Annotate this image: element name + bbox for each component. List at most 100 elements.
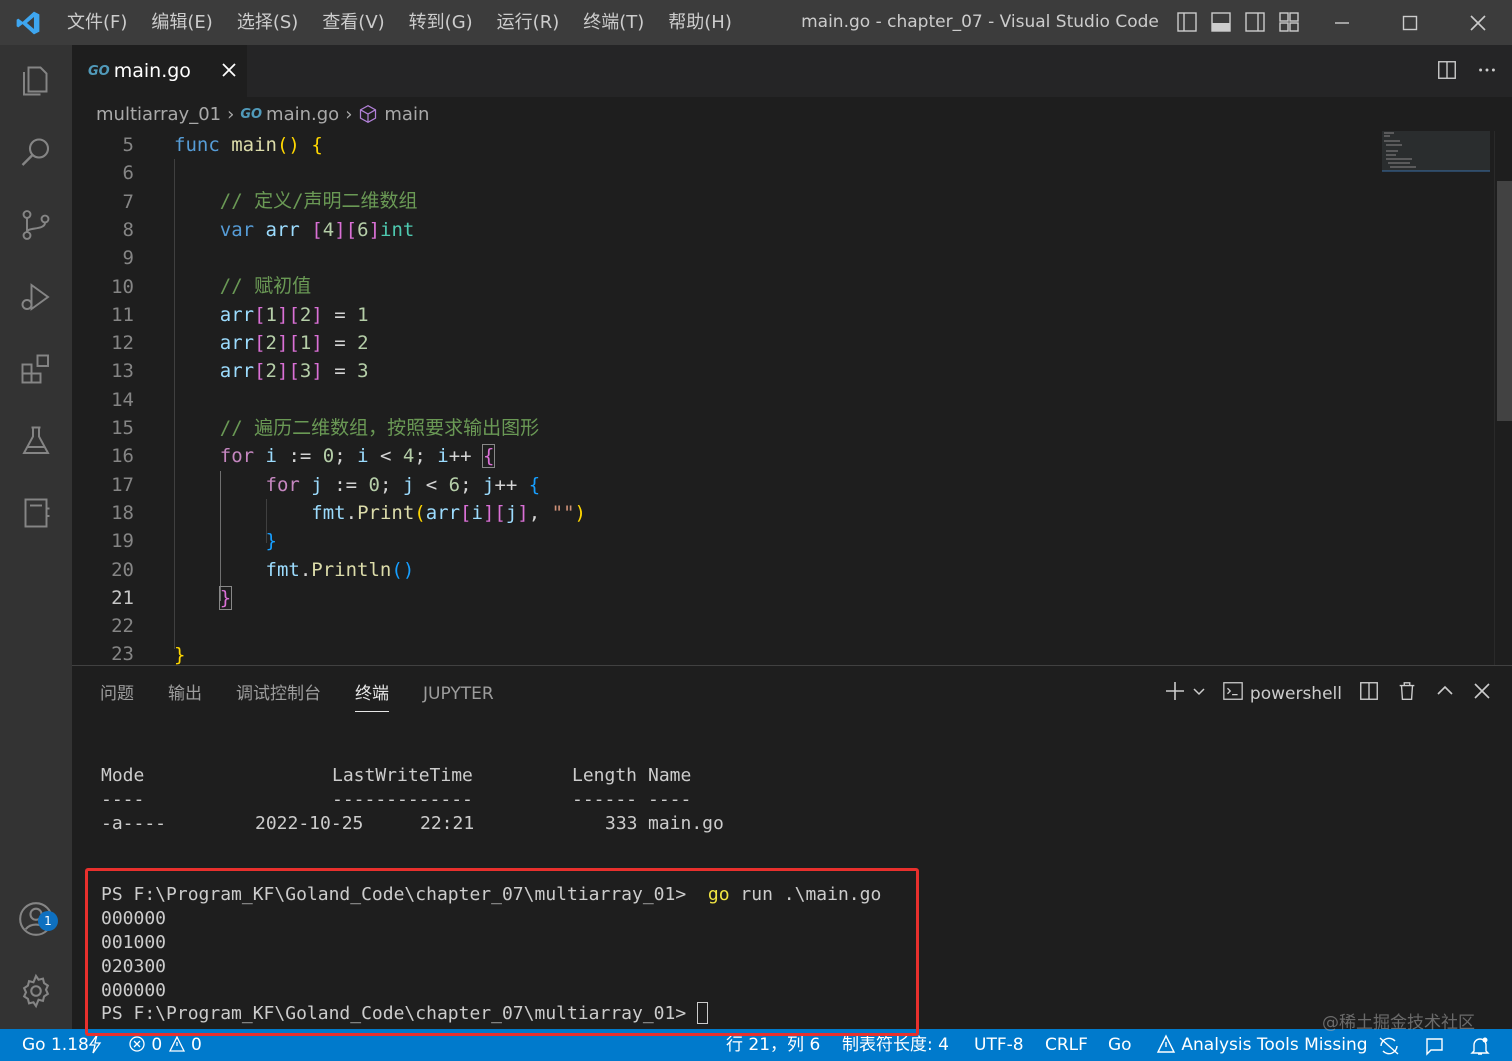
line-number: 10 — [111, 275, 134, 298]
tab-debug-console[interactable]: 调试控制台 — [236, 666, 321, 722]
line-number: 12 — [111, 332, 134, 355]
line-number: 8 — [122, 218, 134, 241]
chevron-down-icon[interactable] — [1192, 684, 1206, 704]
minimap[interactable] — [1382, 131, 1490, 665]
line-number: 20 — [111, 558, 134, 581]
testing-icon[interactable] — [0, 409, 72, 473]
tab-problems[interactable]: 问题 — [100, 666, 134, 722]
vertical-scrollbar[interactable] — [1494, 131, 1512, 665]
terminal-shell-label[interactable]: powershell — [1250, 684, 1342, 704]
menu-edit[interactable]: 编辑(E) — [139, 0, 224, 45]
menu-file[interactable]: 文件(F) — [55, 0, 139, 45]
error-icon — [129, 1036, 145, 1052]
line-number: 21 — [111, 586, 134, 609]
code-line: arr[1][2] = 1 — [219, 304, 369, 326]
line-number: 7 — [122, 190, 134, 213]
code-line: } — [265, 530, 277, 552]
code-line: // 遍历二维数组，按照要求输出图形 — [219, 417, 540, 439]
analysis-tools[interactable]: Analysis Tools Missing — [1156, 1029, 1368, 1061]
menu-selection[interactable]: 选择(S) — [225, 0, 310, 45]
code-line: arr[2][1] = 2 — [219, 332, 369, 354]
breadcrumb-symbol[interactable]: main — [384, 104, 429, 125]
split-terminal-icon[interactable] — [1358, 680, 1380, 707]
notebook-icon[interactable] — [0, 481, 72, 545]
menu-view[interactable]: 查看(V) — [310, 0, 396, 45]
menu-terminal[interactable]: 终端(T) — [571, 0, 656, 45]
code-line: var arr [4][6]int — [219, 219, 415, 241]
source-control-icon[interactable] — [0, 193, 72, 257]
accounts-badge: 1 — [38, 911, 58, 931]
warning-icon — [168, 1035, 185, 1052]
feedback-icon[interactable] — [1424, 1035, 1446, 1061]
watermark: @稀土掘金技术社区 — [1322, 1013, 1475, 1033]
accounts-icon[interactable]: 1 — [0, 887, 72, 951]
run-debug-icon[interactable] — [0, 265, 72, 329]
line-number: 22 — [111, 615, 134, 638]
line-number: 14 — [111, 388, 134, 411]
close-tab-icon[interactable] — [217, 58, 241, 82]
line-number: 19 — [111, 530, 134, 553]
menu-go[interactable]: 转到(G) — [397, 0, 485, 45]
tab-output[interactable]: 输出 — [168, 666, 202, 722]
tab-jupyter[interactable]: JUPYTER — [423, 666, 494, 722]
vscode-logo-icon — [0, 0, 55, 45]
tab-terminal[interactable]: 终端 — [355, 666, 389, 722]
split-editor-icon[interactable] — [1436, 59, 1458, 85]
menu-run[interactable]: 运行(R) — [485, 0, 572, 45]
tab-label: main.go — [113, 60, 191, 82]
code-editor[interactable]: 5 6 7 8 9 10 11 12 13 14 15 16 17 18 19 20 21 22 23 func m… — [72, 131, 1512, 665]
annotation-highlight-box — [85, 868, 919, 1036]
menu-help[interactable]: 帮助(H) — [656, 0, 744, 45]
line-number: 15 — [111, 417, 134, 439]
settings-gear-icon[interactable] — [0, 959, 72, 1023]
code-line: // 定义/声明二维数组 — [219, 190, 418, 212]
tab-main-go[interactable]: GO main.go — [72, 45, 247, 97]
terminal-line: ---- ------------- ------ ---- — [101, 789, 692, 810]
code-line: fmt.Print(arr[i][j], "") — [311, 502, 586, 524]
maximize-icon[interactable] — [1376, 0, 1444, 45]
end-of-line[interactable]: CRLF — [1045, 1029, 1088, 1061]
breadcrumb-folder[interactable]: multiarray_01 — [96, 104, 221, 125]
close-window-icon[interactable] — [1444, 0, 1512, 45]
code-line: for i := 0; i < 4; i++ { — [219, 444, 496, 468]
notifications-bell-icon[interactable] — [1470, 1035, 1490, 1061]
sync-off-icon[interactable] — [1378, 1035, 1400, 1061]
title-bar: 文件(F) 编辑(E) 选择(S) 查看(V) 转到(G) 运行(R) 终端(T… — [0, 0, 1512, 45]
warning-icon — [1156, 1034, 1176, 1053]
go-version[interactable]: Go 1.18 — [22, 1029, 89, 1061]
line-number: 23 — [111, 643, 134, 665]
new-terminal-icon[interactable] — [1164, 680, 1186, 707]
code-line: for j := 0; j < 6; j++ { — [265, 474, 541, 496]
line-number: 17 — [111, 473, 134, 496]
activity-bar: 1 — [0, 45, 72, 1029]
terminal-shell-icon[interactable] — [1222, 680, 1244, 707]
go-file-icon: GO — [240, 106, 263, 122]
more-actions-icon[interactable] — [1476, 59, 1498, 85]
explorer-icon[interactable] — [0, 49, 72, 113]
line-number: 18 — [111, 501, 134, 524]
scrollbar-thumb[interactable] — [1497, 181, 1512, 421]
code-line: arr[2][3] = 3 — [219, 360, 369, 382]
symbol-method-icon — [358, 104, 378, 124]
breadcrumb: multiarray_01 › GO main.go › main — [72, 97, 1512, 131]
breadcrumb-file[interactable]: main.go — [266, 104, 339, 125]
maximize-panel-icon[interactable] — [1434, 680, 1456, 707]
extensions-icon[interactable] — [0, 337, 72, 401]
toggle-panel-icon[interactable] — [1209, 10, 1233, 34]
customize-layout-icon[interactable] — [1277, 10, 1301, 34]
toggle-primary-sidebar-icon[interactable] — [1175, 10, 1199, 34]
trash-icon[interactable] — [1396, 680, 1418, 707]
chevron-right-icon: › — [227, 103, 235, 125]
line-number: 6 — [122, 162, 134, 185]
go-file-icon: GO — [88, 63, 110, 79]
language-mode[interactable]: Go — [1108, 1029, 1132, 1061]
close-panel-icon[interactable] — [1472, 681, 1492, 706]
minimize-icon[interactable] — [1308, 0, 1376, 45]
menu-bar: 文件(F) 编辑(E) 选择(S) 查看(V) 转到(G) 运行(R) 终端(T… — [55, 0, 744, 45]
line-number: 5 — [122, 134, 134, 156]
encoding[interactable]: UTF-8 — [974, 1029, 1024, 1061]
code-line: func main() { — [174, 134, 323, 156]
search-icon[interactable] — [0, 121, 72, 185]
window-title: main.go - chapter_07 - Visual Studio Cod… — [801, 12, 1159, 32]
toggle-secondary-sidebar-icon[interactable] — [1243, 10, 1267, 34]
